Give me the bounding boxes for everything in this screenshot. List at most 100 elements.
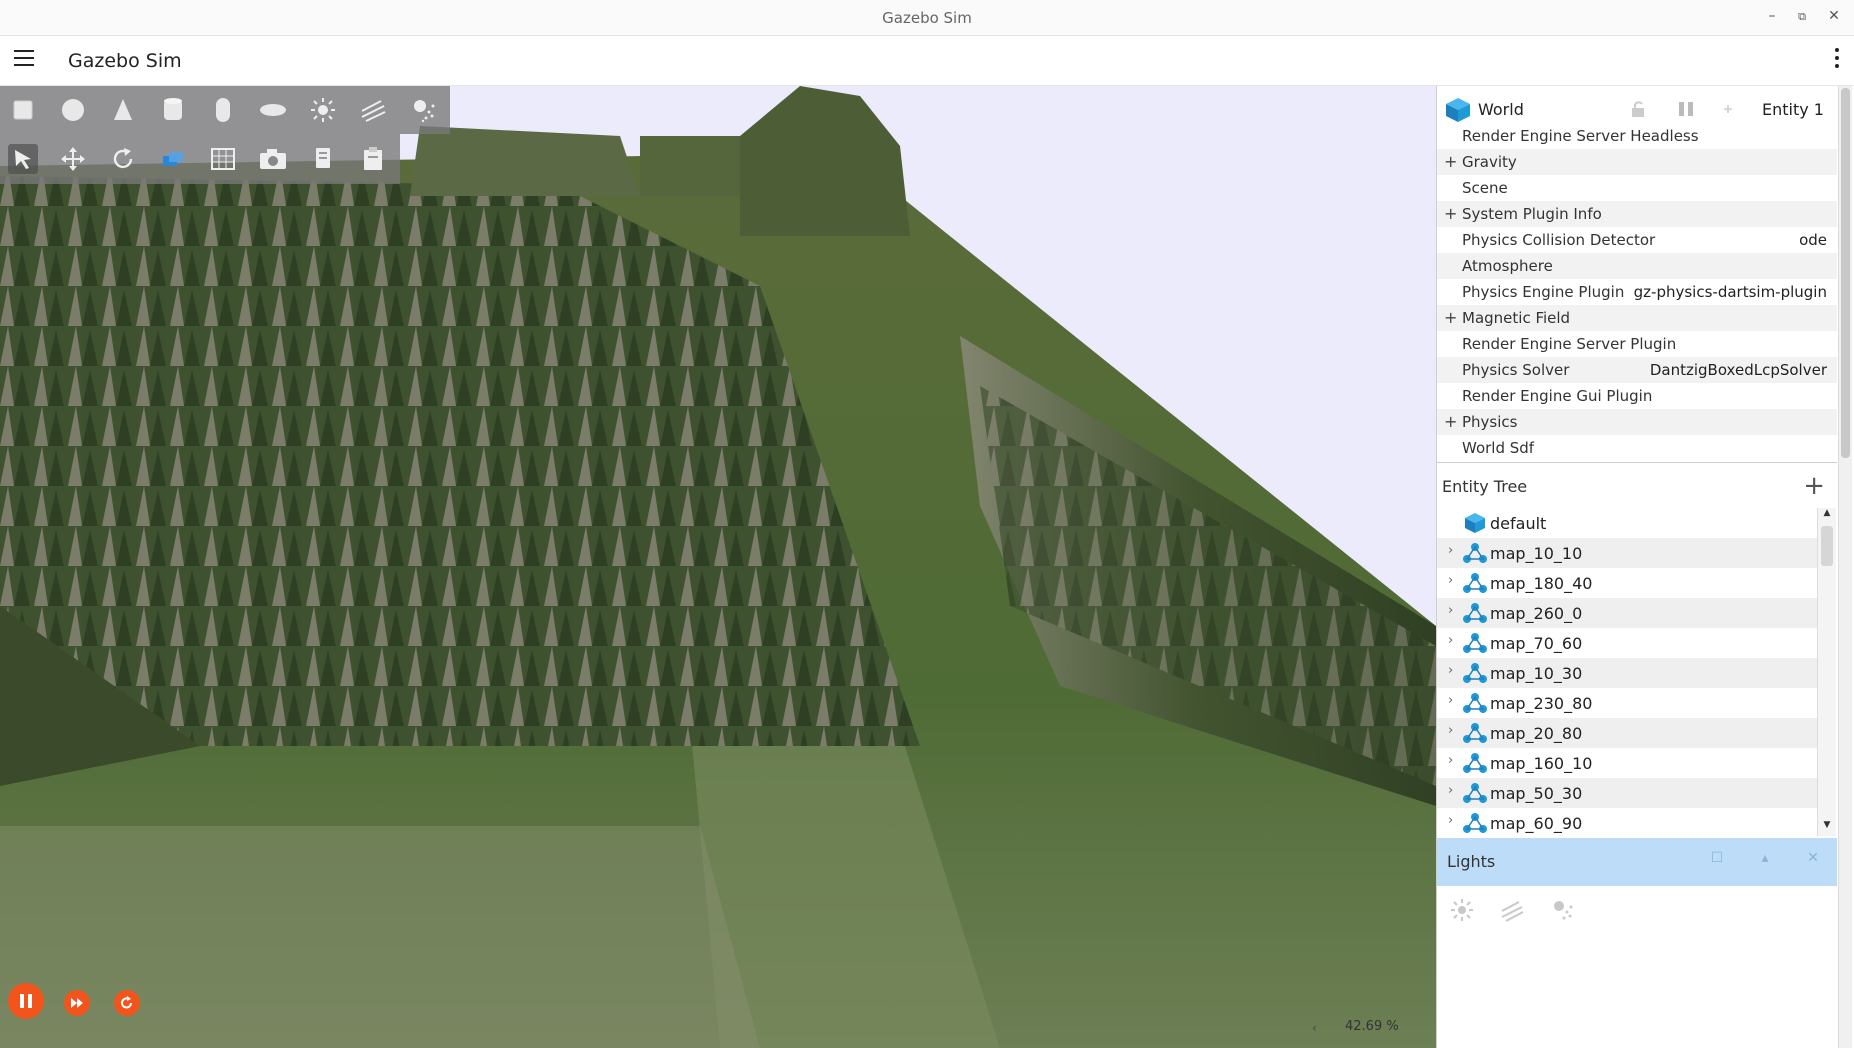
copy-icon[interactable] <box>308 144 338 174</box>
component-row[interactable]: World Sdf <box>1437 435 1837 461</box>
component-label: Render Engine Server Plugin <box>1462 335 1677 353</box>
component-row[interactable]: Physics Collision Detector ode <box>1437 227 1837 253</box>
component-row[interactable]: + Magnetic Field <box>1437 305 1837 331</box>
cylinder-icon[interactable] <box>158 95 188 125</box>
tree-item[interactable]: › map_70_60 <box>1437 628 1817 658</box>
directional-light-icon[interactable] <box>358 95 388 125</box>
sphere-icon[interactable] <box>58 95 88 125</box>
model-icon <box>1463 573 1487 593</box>
capsule-icon[interactable] <box>208 95 238 125</box>
chevron-right-icon[interactable]: › <box>1448 693 1453 708</box>
hamburger-menu-icon[interactable] <box>14 50 34 68</box>
component-label: Physics Solver <box>1462 361 1570 379</box>
restore-button[interactable]: ⧉ <box>1792 10 1812 24</box>
component-row[interactable]: Physics Engine Plugin gz-physics-dartsim… <box>1437 279 1837 305</box>
chevron-right-icon[interactable]: › <box>1448 723 1453 738</box>
tree-item-label: map_50_30 <box>1490 784 1583 803</box>
world-cube-icon <box>1465 513 1485 533</box>
component-row[interactable]: Render Engine Server Headless <box>1437 123 1837 149</box>
scene-3d-viewport[interactable] <box>0 86 1436 1048</box>
chevron-right-icon[interactable]: › <box>1448 783 1453 798</box>
tree-item[interactable]: › map_10_30 <box>1437 658 1817 688</box>
model-icon <box>1463 813 1487 833</box>
expand-icon[interactable]: + <box>1444 412 1457 431</box>
chevron-right-icon[interactable]: › <box>1448 603 1453 618</box>
component-row[interactable]: Render Engine Gui Plugin <box>1437 383 1837 409</box>
component-row[interactable]: + Physics <box>1437 409 1837 435</box>
sun-icon[interactable] <box>308 95 338 125</box>
reset-button[interactable] <box>114 990 140 1016</box>
tree-item[interactable]: › map_160_10 <box>1437 748 1817 778</box>
tree-item[interactable]: › map_230_80 <box>1437 688 1817 718</box>
scroll-up-icon[interactable]: ▲ <box>1818 508 1836 524</box>
step-button[interactable] <box>64 990 90 1016</box>
lights-panel-header: Lights ☐ ▴ ✕ <box>1437 838 1837 886</box>
scroll-down-icon[interactable]: ▼ <box>1818 820 1836 836</box>
entity-tree-scrollbar[interactable]: ▲ ▼ <box>1817 508 1836 836</box>
lock-icon[interactable] <box>1630 100 1646 118</box>
component-label: Render Engine Gui Plugin <box>1462 387 1653 405</box>
component-row[interactable]: Scene <box>1437 175 1837 201</box>
entity-tree-title: Entity Tree <box>1442 477 1528 496</box>
lights-panel-title: Lights <box>1447 852 1496 871</box>
window-title: Gazebo Sim <box>882 9 972 27</box>
box-icon[interactable] <box>8 95 38 125</box>
component-row[interactable]: + Gravity <box>1437 149 1837 175</box>
select-icon[interactable] <box>8 144 38 174</box>
tree-item[interactable]: › map_10_10 <box>1437 538 1817 568</box>
sun-icon[interactable] <box>1447 895 1477 925</box>
component-row[interactable]: Render Engine Server Plugin <box>1437 331 1837 357</box>
cone-icon[interactable] <box>108 95 138 125</box>
add-icon[interactable] <box>1723 104 1733 114</box>
tree-item[interactable]: › map_260_0 <box>1437 598 1817 628</box>
directional-light-icon[interactable] <box>1497 895 1527 925</box>
rotate-icon[interactable] <box>108 144 138 174</box>
component-row[interactable]: Atmosphere <box>1437 253 1837 279</box>
spot-light-icon[interactable] <box>408 95 438 125</box>
paste-icon[interactable] <box>358 144 388 174</box>
ellipsoid-icon[interactable] <box>258 95 288 125</box>
tree-item[interactable]: › map_50_30 <box>1437 778 1817 808</box>
chevron-right-icon[interactable]: › <box>1448 573 1453 588</box>
expand-icon[interactable]: + <box>1444 204 1457 223</box>
tree-item[interactable]: › map_60_90 <box>1437 808 1817 838</box>
chevron-right-icon[interactable]: › <box>1448 663 1453 678</box>
expand-icon[interactable]: + <box>1444 308 1457 327</box>
component-row[interactable]: + System Plugin Info <box>1437 201 1837 227</box>
right-panel-scrollbar[interactable] <box>1838 86 1852 1048</box>
minimize-button[interactable]: – <box>1762 8 1782 24</box>
maximize-panel-icon[interactable]: ☐ <box>1707 850 1727 866</box>
close-panel-icon[interactable]: ✕ <box>1803 850 1823 866</box>
pause-inspector-icon[interactable] <box>1677 100 1695 118</box>
expand-icon[interactable]: + <box>1444 152 1457 171</box>
close-button[interactable]: ✕ <box>1824 8 1844 24</box>
component-label: Scene <box>1462 179 1508 197</box>
chevron-right-icon[interactable]: › <box>1448 633 1453 648</box>
tree-item-label: map_160_10 <box>1490 754 1593 773</box>
spot-light-icon[interactable] <box>1547 895 1577 925</box>
more-options-icon[interactable] <box>1834 48 1840 72</box>
fast-forward-icon <box>71 998 83 1008</box>
component-label: Physics <box>1462 413 1518 431</box>
component-row[interactable]: Physics Solver DantzigBoxedLcpSolver <box>1437 357 1837 383</box>
window-titlebar: Gazebo Sim – ⧉ ✕ <box>0 0 1854 36</box>
scroll-left-icon[interactable]: ‹ <box>1312 1021 1317 1035</box>
chevron-right-icon[interactable]: › <box>1448 543 1453 558</box>
grid-icon[interactable] <box>208 144 238 174</box>
pause-button[interactable] <box>8 983 44 1019</box>
world-cube-icon <box>1446 98 1470 122</box>
component-label: Physics Collision Detector <box>1462 231 1656 249</box>
tree-item-default[interactable]: default <box>1437 508 1817 538</box>
entity-tree-header: Entity Tree + <box>1437 462 1837 508</box>
chevron-right-icon[interactable]: › <box>1448 813 1453 828</box>
view-angle-icon[interactable] <box>158 144 188 174</box>
add-entity-button[interactable]: + <box>1803 471 1825 501</box>
component-label: Atmosphere <box>1462 257 1553 275</box>
tree-item[interactable]: › map_20_80 <box>1437 718 1817 748</box>
model-icon <box>1463 783 1487 803</box>
tree-item[interactable]: › map_180_40 <box>1437 568 1817 598</box>
camera-icon[interactable] <box>258 144 288 174</box>
collapse-panel-icon[interactable]: ▴ <box>1755 850 1775 866</box>
translate-icon[interactable] <box>58 144 88 174</box>
chevron-right-icon[interactable]: › <box>1448 753 1453 768</box>
